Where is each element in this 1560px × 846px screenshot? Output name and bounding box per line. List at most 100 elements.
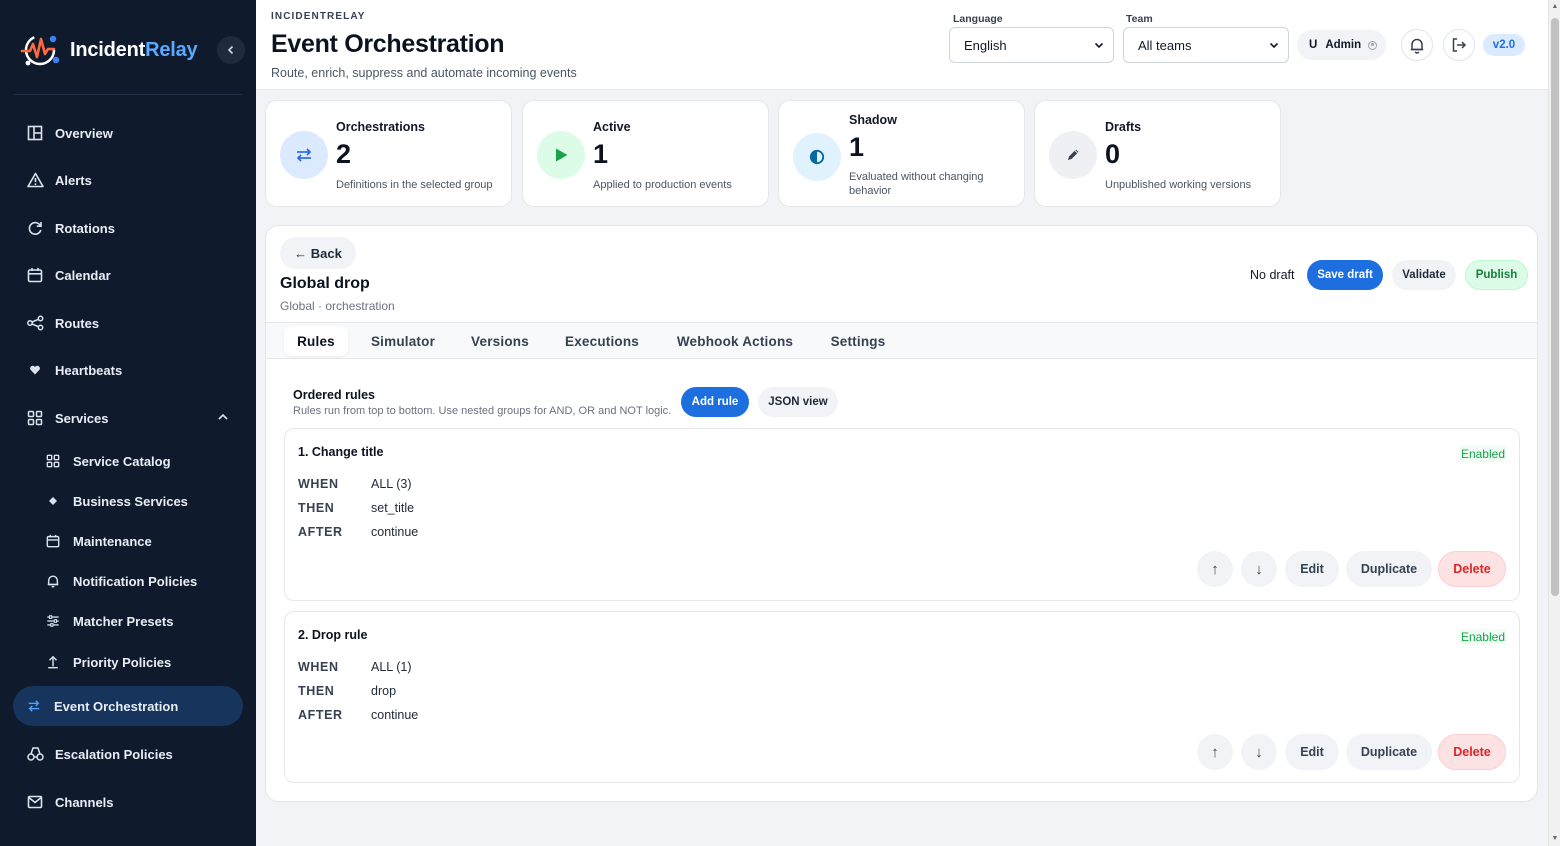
arrow-down-icon: ↓ xyxy=(1255,743,1263,761)
page-subtitle: Route, enrich, suppress and automate inc… xyxy=(271,66,577,80)
rule-after-label: AFTER xyxy=(298,525,343,539)
rule-after-row: AFTER continue xyxy=(298,525,418,539)
logout-icon xyxy=(1452,38,1467,52)
page-scrollbar[interactable]: ▲ ▼ xyxy=(1548,0,1560,846)
sidebar-item-label: Priority Policies xyxy=(73,654,172,670)
move-down-button[interactable]: ↓ xyxy=(1241,551,1277,587)
sidebar-item-label: Heartbeats xyxy=(55,362,123,378)
user-menu[interactable]: U Admin xyxy=(1297,30,1386,60)
add-rule-button[interactable]: Add rule xyxy=(681,387,749,417)
sidebar-item-services[interactable]: Services xyxy=(14,398,242,438)
grid-icon xyxy=(26,409,44,427)
tab-rules[interactable]: Rules xyxy=(284,326,348,356)
logout-button[interactable] xyxy=(1443,29,1475,61)
sidebar-item-calendar[interactable]: Calendar xyxy=(14,255,242,295)
sidebar-item-label: Alerts xyxy=(55,172,92,188)
sidebar-item-heartbeats[interactable]: Heartbeats xyxy=(14,350,242,390)
language-select-value: English xyxy=(964,37,1007,53)
heart-icon xyxy=(26,361,44,379)
orchestration-subtitle: Global · orchestration xyxy=(280,299,395,313)
stat-card-shadow: Shadow 1 Evaluated without changing beha… xyxy=(778,100,1025,207)
calendar-icon xyxy=(44,532,62,550)
sidebar-item-label: Maintenance xyxy=(73,533,152,549)
rule-status-badge: Enabled xyxy=(1459,446,1506,462)
routes-icon xyxy=(26,314,44,332)
rule-then-label: THEN xyxy=(298,684,335,698)
chevron-left-icon xyxy=(227,45,234,55)
notifications-button[interactable] xyxy=(1401,29,1433,61)
tab-webhook-actions[interactable]: Webhook Actions xyxy=(667,326,803,356)
move-down-button[interactable]: ↓ xyxy=(1241,734,1277,770)
validate-button[interactable]: Validate xyxy=(1392,260,1456,290)
stat-description: Definitions in the selected group xyxy=(336,179,493,191)
tab-versions[interactable]: Versions xyxy=(461,326,539,356)
sidebar-item-business-services[interactable]: Business Services xyxy=(32,481,242,521)
tab-executions[interactable]: Executions xyxy=(556,326,648,356)
arrow-up-icon: ↑ xyxy=(1211,560,1219,578)
sidebar-item-maintenance[interactable]: Maintenance xyxy=(32,521,242,561)
rule-after-value: continue xyxy=(371,708,419,722)
rule-title: 1. Change title xyxy=(298,445,384,459)
sliders-icon xyxy=(44,612,62,630)
sidebar-item-matcher-presets[interactable]: Matcher Presets xyxy=(32,601,242,641)
chevron-down-icon xyxy=(1269,42,1279,49)
sidebar-item-escalation-policies[interactable]: Escalation Policies xyxy=(14,734,242,774)
sidebar-item-label: Services xyxy=(55,410,109,426)
sidebar-item-label: Notification Policies xyxy=(73,573,198,589)
tab-settings[interactable]: Settings xyxy=(821,326,895,356)
scroll-up-arrow-icon[interactable]: ▲ xyxy=(1551,3,1559,11)
arrow-up-icon xyxy=(44,653,62,671)
stat-card-orchestrations: Orchestrations 2 Definitions in the sele… xyxy=(265,100,512,207)
delete-button[interactable]: Delete xyxy=(1438,551,1506,587)
rule-when-value: ALL (3) xyxy=(371,477,412,491)
team-select[interactable]: All teams xyxy=(1123,27,1289,63)
stat-description: Applied to production events xyxy=(593,179,732,191)
scroll-down-arrow-icon[interactable]: ▼ xyxy=(1551,835,1559,843)
tab-simulator[interactable]: Simulator xyxy=(363,326,443,356)
rule-title: 2. Drop rule xyxy=(298,628,368,642)
sidebar-item-overview[interactable]: Overview xyxy=(14,113,242,153)
rules-section-title: Ordered rules xyxy=(293,388,375,402)
stat-description: Evaluated without changing behavior xyxy=(849,171,984,197)
version-badge: v2.0 xyxy=(1483,34,1525,56)
sidebar-collapse-button[interactable] xyxy=(217,36,245,64)
sidebar-item-rotations[interactable]: Rotations xyxy=(14,208,242,248)
scroll-thumb[interactable] xyxy=(1551,18,1559,596)
sidebar-item-notification-policies[interactable]: Notification Policies xyxy=(32,561,242,601)
top-header: INCIDENTRELAY Event Orchestration Route,… xyxy=(256,0,1548,90)
warning-icon xyxy=(26,171,44,189)
sidebar-item-alerts[interactable]: Alerts xyxy=(14,160,242,200)
rule-when-value: ALL (1) xyxy=(371,660,412,674)
brand[interactable]: IncidentRelay xyxy=(20,30,198,70)
sidebar-item-service-catalog[interactable]: Service Catalog xyxy=(32,441,242,481)
bell-icon xyxy=(44,572,62,590)
edit-button[interactable]: Edit xyxy=(1285,551,1339,587)
stat-card-drafts: Drafts 0 Unpublished working versions xyxy=(1034,100,1281,207)
rule-when-row: WHEN ALL (3) xyxy=(298,477,412,491)
sidebar-item-routes[interactable]: Routes xyxy=(14,303,242,343)
delete-button[interactable]: Delete xyxy=(1438,734,1506,770)
sidebar: IncidentRelay Overview Alerts Rotations xyxy=(0,0,256,846)
duplicate-button[interactable]: Duplicate xyxy=(1346,551,1432,587)
sidebar-item-priority-policies[interactable]: Priority Policies xyxy=(32,642,242,682)
back-button[interactable]: ← Back xyxy=(280,237,356,269)
rule-card: 1. Change title Enabled WHEN ALL (3) THE… xyxy=(284,428,1520,601)
publish-button[interactable]: Publish xyxy=(1465,260,1528,290)
chevron-up-icon[interactable] xyxy=(216,410,230,424)
save-draft-button[interactable]: Save draft xyxy=(1307,260,1383,290)
play-icon xyxy=(537,131,585,179)
stat-description: Unpublished working versions xyxy=(1105,179,1252,191)
rule-then-value: drop xyxy=(371,684,397,698)
orchestration-panel: ← Back Global drop Global · orchestratio… xyxy=(265,225,1538,802)
json-view-button[interactable]: JSON view xyxy=(758,387,838,417)
duplicate-button[interactable]: Duplicate xyxy=(1346,734,1432,770)
status-dot-icon xyxy=(1368,40,1378,50)
edit-button[interactable]: Edit xyxy=(1285,734,1339,770)
move-up-button[interactable]: ↑ xyxy=(1197,551,1233,587)
language-select[interactable]: English xyxy=(949,27,1114,63)
sidebar-item-event-orchestration[interactable]: Event Orchestration xyxy=(13,686,243,726)
sidebar-item-channels[interactable]: Channels xyxy=(14,782,242,822)
rule-then-value: set_title xyxy=(371,501,415,515)
move-up-button[interactable]: ↑ xyxy=(1197,734,1233,770)
sidebar-item-label: Channels xyxy=(55,794,114,810)
